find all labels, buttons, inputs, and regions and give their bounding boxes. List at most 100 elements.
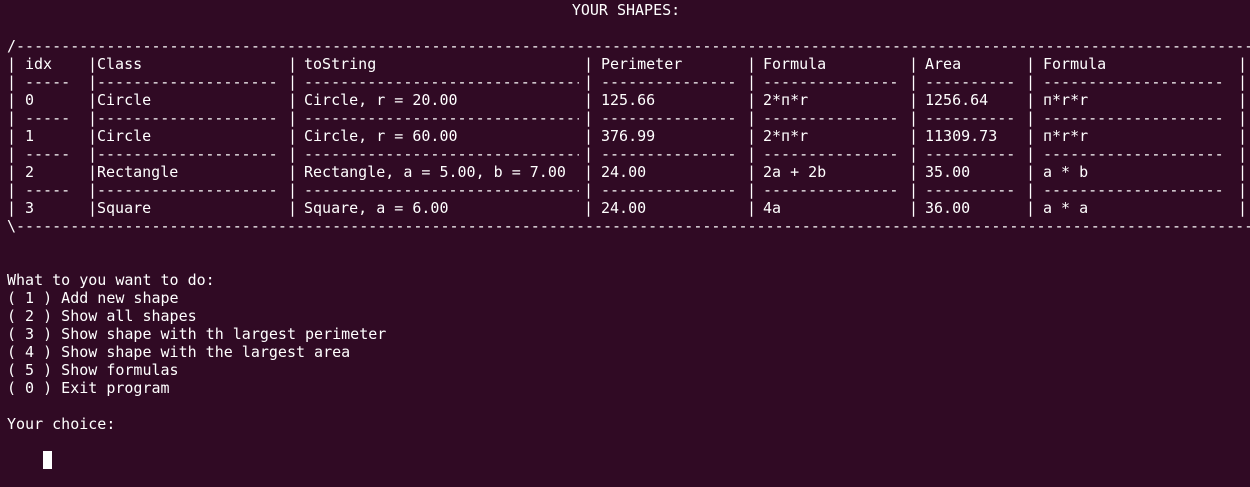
table-separator: -------------------- xyxy=(97,145,278,163)
table-pipe: | xyxy=(909,163,919,181)
table-cell: 1 xyxy=(25,127,35,145)
table-pipe: | xyxy=(584,55,594,73)
table-header-cell: idx xyxy=(25,55,53,73)
table-pipe: | xyxy=(584,163,594,181)
menu-option: ( 3 ) Show shape with th largest perimet… xyxy=(7,325,387,343)
table-separator: --------------- xyxy=(763,109,899,127)
table-cell: a * b xyxy=(1043,163,1089,181)
table-pipe: | xyxy=(7,109,17,127)
table-pipe: | xyxy=(747,91,757,109)
table-separator: -------------------------------- xyxy=(304,73,579,91)
table-pipe: | xyxy=(7,181,17,199)
page-title: YOUR SHAPES: xyxy=(571,1,681,19)
table-separator: ---------- xyxy=(925,181,1016,199)
table-separator: --------------- xyxy=(601,109,737,127)
table-pipe: | xyxy=(747,55,757,73)
table-pipe: | xyxy=(288,163,298,181)
table-pipe: | xyxy=(1026,163,1036,181)
menu-option: ( 0 ) Exit program xyxy=(7,379,170,397)
table-cell: 2 xyxy=(25,163,35,181)
table-pipe: | xyxy=(747,145,757,163)
table-header-cell: Class xyxy=(97,55,143,73)
table-pipe: | xyxy=(288,109,298,127)
table-separator: ----- xyxy=(25,73,71,91)
table-separator: -------------------- xyxy=(1043,181,1223,199)
table-pipe: | xyxy=(909,91,919,109)
table-pipe: | xyxy=(88,181,98,199)
table-pipe: | xyxy=(7,91,17,109)
table-cell: Circle xyxy=(97,127,152,145)
terminal-window[interactable]: YOUR SHAPES: /--------------------------… xyxy=(7,1,1250,469)
table-bottom-border-text: \---------------------------------------… xyxy=(7,217,1250,235)
table-pipe: | xyxy=(1238,55,1248,73)
table-cell: 2a + 2b xyxy=(763,163,827,181)
table-separator: ----- xyxy=(25,145,71,163)
table-pipe: | xyxy=(1026,181,1036,199)
table-separator-row: | | | | | | | | ----- -------------------- -------… xyxy=(7,109,1248,127)
table-pipe: | xyxy=(7,127,17,145)
table-separator: --------------- xyxy=(601,181,737,199)
table-pipe: | xyxy=(288,127,298,145)
table-pipe: | xyxy=(909,127,919,145)
input-line[interactable] xyxy=(7,433,1245,469)
table-pipe: | xyxy=(747,73,757,91)
table-pipe: | xyxy=(88,145,98,163)
table-cell: a * a xyxy=(1043,199,1089,217)
choice-prompt: Your choice: xyxy=(7,415,116,433)
table-pipe: | xyxy=(747,109,757,127)
menu-option: ( 1 ) Add new shape xyxy=(7,289,179,307)
table-separator: ---------- xyxy=(925,109,1016,127)
table-pipe: | xyxy=(1238,109,1248,127)
table-header-cell: Formula xyxy=(763,55,827,73)
table-cell: 2*п*r xyxy=(763,127,809,145)
table-cell: Circle, r = 60.00 xyxy=(304,127,458,145)
table-separator: ---------- xyxy=(925,73,1016,91)
text-cursor[interactable] xyxy=(43,451,53,469)
table-cell: Circle xyxy=(97,91,152,109)
table-cell: п*r*r xyxy=(1043,127,1089,145)
table-pipe: | xyxy=(1026,127,1036,145)
table-separator: -------------------- xyxy=(97,181,278,199)
table-pipe: | xyxy=(7,55,17,73)
table-cell: Square, a = 6.00 xyxy=(304,199,449,217)
table-cell: Square xyxy=(97,199,152,217)
table-cell: 125.66 xyxy=(601,91,656,109)
table-separator-row: | | | | | | | | ----- -------------------- -------… xyxy=(7,181,1247,199)
table-top-border: /---------------------------------------… xyxy=(7,37,1250,55)
table-separator: -------------------- xyxy=(1043,145,1223,163)
table-pipe: | xyxy=(1026,145,1036,163)
table-top-border-text: /---------------------------------------… xyxy=(7,37,1250,55)
table-pipe: | xyxy=(1026,199,1036,217)
table-pipe: | xyxy=(88,199,98,217)
table-cell: п*r*r xyxy=(1043,91,1089,109)
table-separator: --------------- xyxy=(763,73,899,91)
table-pipe: | xyxy=(584,199,594,217)
table-pipe: | xyxy=(7,163,17,181)
table-pipe: | xyxy=(747,199,757,217)
table-separator: --------------- xyxy=(601,145,737,163)
menu-options: ( 1 ) Add new shape( 2 ) Show all shapes… xyxy=(7,289,1245,397)
table-separator-row: | | | | | | | | ----- -------------------- -------… xyxy=(7,145,1247,163)
table-pipe: | xyxy=(909,73,919,91)
table-header-cell: Formula xyxy=(1043,55,1107,73)
table-cell: 3 xyxy=(25,199,35,217)
table-pipe: | xyxy=(1026,55,1036,73)
table-cell: 1256.64 xyxy=(925,91,989,109)
table-header-cell: toString xyxy=(304,55,377,73)
table-pipe: | xyxy=(584,181,594,199)
table-pipe: | xyxy=(1026,109,1036,127)
table-pipe: | xyxy=(584,145,594,163)
table-pipe: | xyxy=(288,73,298,91)
table-row: | | | | | | | | 3 Square Square, a = 6.00 24.00 4a 36… xyxy=(7,199,1247,217)
table-cell: 376.99 xyxy=(601,127,656,145)
menu-option: ( 2 ) Show all shapes xyxy=(7,307,197,325)
menu-option: ( 4 ) Show shape with the largest area xyxy=(7,343,351,361)
table-pipe: | xyxy=(7,199,17,217)
table-pipe: | xyxy=(747,181,757,199)
table-pipe: | xyxy=(88,127,98,145)
table-cell: 36.00 xyxy=(925,199,971,217)
table-separator: -------------------------------- xyxy=(304,109,579,127)
